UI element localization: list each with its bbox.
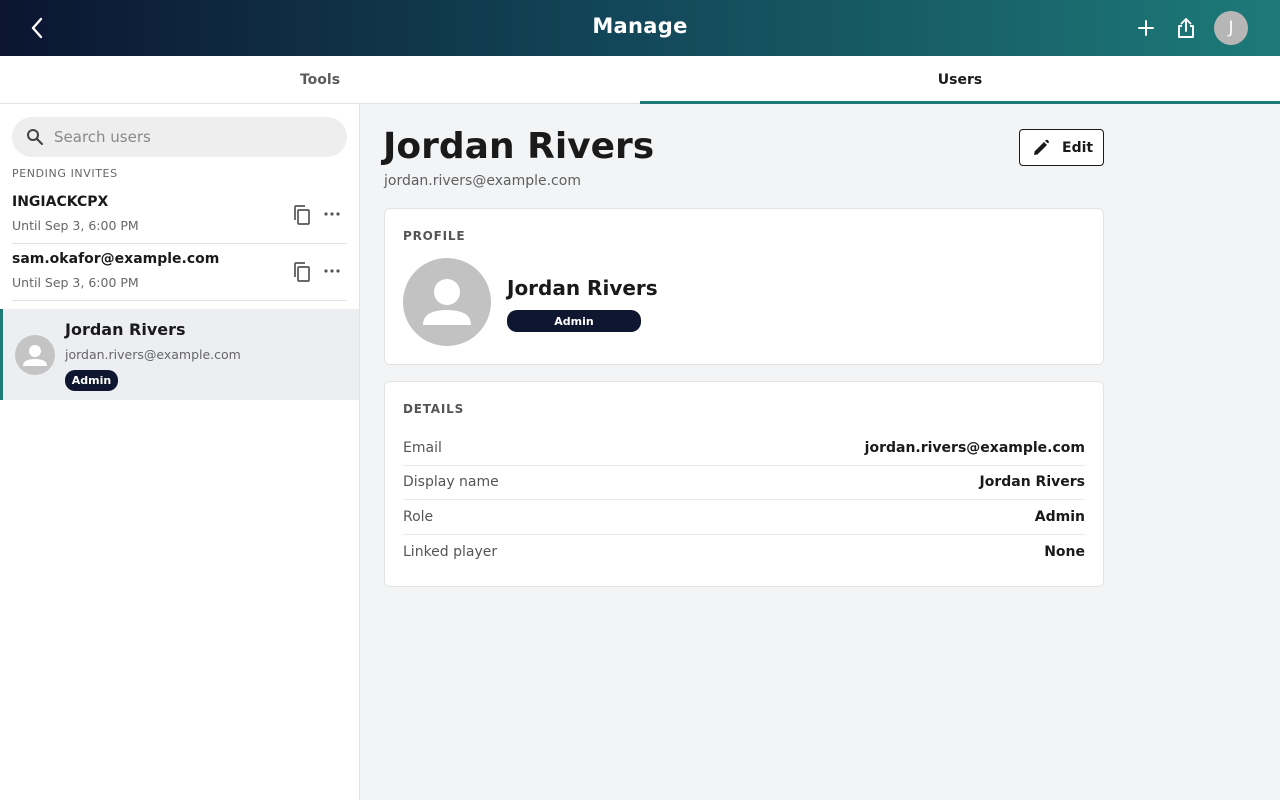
- chevron-left-icon: [31, 17, 43, 39]
- detail-key: Role: [403, 509, 434, 525]
- profile-card: PROFILE Jordan Rivers Admin: [384, 208, 1104, 365]
- edit-label: Edit: [1062, 139, 1094, 156]
- detail-key: Email: [403, 440, 442, 456]
- detail-value: jordan.rivers@example.com: [864, 440, 1085, 456]
- person-icon: [423, 279, 471, 325]
- plus-icon: [1138, 20, 1154, 36]
- search-box: [12, 117, 347, 157]
- edit-button[interactable]: Edit: [1019, 129, 1104, 166]
- person-icon: [23, 345, 47, 366]
- users-sidebar: PENDING INVITES INGIACKCPX Until Sep 3, …: [0, 104, 360, 800]
- detail-row-role: Role Admin: [403, 500, 1085, 535]
- pencil-icon: [1034, 139, 1049, 155]
- user-list-item[interactable]: Jordan Rivers jordan.rivers@example.com …: [0, 309, 359, 400]
- detail-value: Admin: [1034, 509, 1085, 525]
- detail-row-display-name: Display name Jordan Rivers: [403, 465, 1085, 500]
- more-horizontal-icon: [324, 212, 340, 216]
- page-title: Manage: [592, 14, 688, 38]
- search-input[interactable]: [54, 128, 324, 146]
- pending-invites-label: PENDING INVITES: [12, 167, 118, 180]
- invite-expiry: Until Sep 3, 6:00 PM: [12, 218, 139, 233]
- tab-bar: Tools Users: [0, 56, 1280, 104]
- invite-item: INGIACKCPX Until Sep 3, 6:00 PM: [12, 188, 347, 244]
- search-icon: [27, 129, 44, 146]
- detail-key: Display name: [403, 474, 499, 490]
- invite-expiry: Until Sep 3, 6:00 PM: [12, 275, 139, 290]
- back-button[interactable]: [22, 14, 52, 42]
- detail-key: Linked player: [403, 543, 498, 560]
- details-card: DETAILS Email jordan.rivers@example.com …: [384, 381, 1104, 587]
- invite-code: sam.okafor@example.com: [12, 251, 220, 267]
- account-avatar[interactable]: J: [1214, 11, 1248, 45]
- role-badge: Admin: [65, 370, 118, 391]
- more-horizontal-icon: [324, 269, 340, 273]
- detail-value: None: [1044, 543, 1085, 560]
- user-subtitle-email: jordan.rivers@example.com: [384, 173, 581, 189]
- app-header: Manage J: [0, 0, 1280, 56]
- tab-users[interactable]: Users: [640, 56, 1280, 104]
- detail-value: Jordan Rivers: [979, 474, 1085, 490]
- share-icon: [1178, 18, 1194, 38]
- invite-more-button[interactable]: [322, 263, 342, 279]
- profile-avatar: [403, 258, 491, 346]
- profile-section-title: PROFILE: [403, 229, 466, 243]
- detail-row-linked-player: Linked player None: [403, 534, 1085, 569]
- invite-more-button[interactable]: [322, 206, 342, 222]
- copy-icon: [294, 262, 310, 282]
- copy-invite-button[interactable]: [292, 204, 312, 226]
- tab-tools[interactable]: Tools: [0, 56, 640, 103]
- user-title: Jordan Rivers: [383, 126, 655, 167]
- invite-item: sam.okafor@example.com Until Sep 3, 6:00…: [12, 245, 347, 301]
- user-email: jordan.rivers@example.com: [65, 347, 241, 362]
- user-name: Jordan Rivers: [65, 320, 186, 339]
- copy-invite-button[interactable]: [292, 261, 312, 283]
- add-button[interactable]: [1132, 14, 1160, 42]
- copy-icon: [294, 205, 310, 225]
- role-badge: Admin: [507, 310, 641, 332]
- profile-name: Jordan Rivers: [507, 276, 658, 300]
- invite-code: INGIACKCPX: [12, 194, 109, 210]
- details-section-title: DETAILS: [403, 402, 465, 416]
- detail-row-email: Email jordan.rivers@example.com: [403, 431, 1085, 466]
- share-button[interactable]: [1172, 14, 1200, 42]
- user-avatar: [15, 335, 55, 375]
